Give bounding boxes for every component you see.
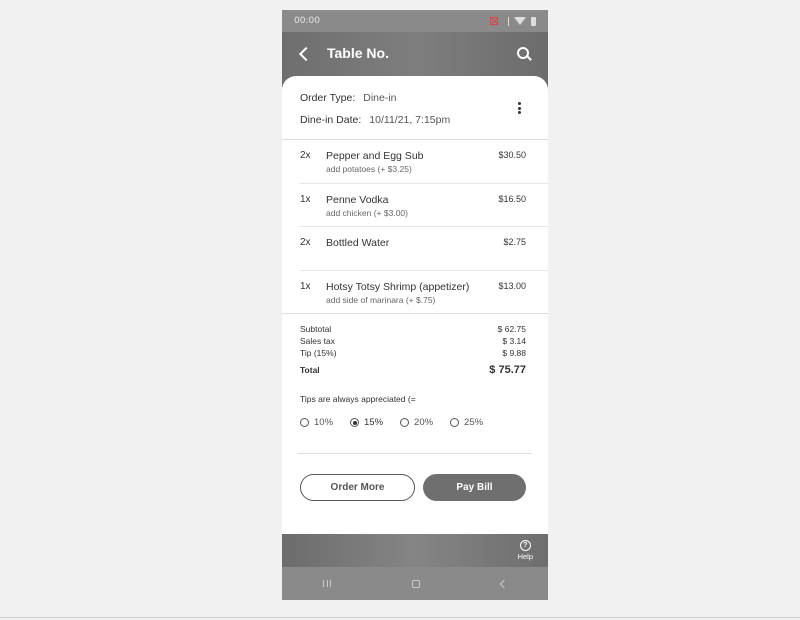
home-icon[interactable] (411, 579, 420, 588)
phone-screen: 00:00 Table No. Order Type: Dine-in Dine-… (282, 10, 548, 600)
tip-label: Tip (15%) (300, 348, 337, 358)
item-qty: 2x (300, 237, 311, 248)
tip-option-15[interactable]: 15% (350, 417, 383, 428)
tax-value: $ 3.14 (502, 336, 526, 346)
tax-row: Sales tax $ 3.14 (300, 335, 526, 347)
pay-bill-button[interactable]: Pay Bill (423, 474, 526, 501)
status-icons (490, 16, 536, 26)
tip-option-label: 15% (364, 417, 384, 428)
page-divider (0, 617, 800, 618)
tip-row: Tip (15%) $ 9.88 (300, 347, 526, 359)
nav-back-icon[interactable] (500, 579, 509, 588)
order-type-label: Order Type: (300, 92, 356, 104)
back-arrow-icon[interactable] (296, 44, 312, 64)
alert-icon (490, 17, 498, 25)
action-buttons: Order More Pay Bill (282, 454, 548, 529)
item-qty: 2x (300, 150, 311, 161)
tip-value: $ 9.88 (502, 348, 526, 358)
radio-button[interactable] (300, 418, 309, 427)
total-label: Total (300, 365, 320, 375)
tax-label: Sales tax (300, 336, 335, 346)
radio-button[interactable] (400, 418, 410, 427)
tip-option-label: 10% (314, 417, 334, 428)
subtotal-label: Subtotal (300, 324, 332, 334)
item-qty: 1x (300, 193, 311, 205)
more-vert-icon[interactable] (518, 102, 522, 114)
order-date-label: Dine-in Date: (300, 114, 362, 126)
order-date-row: Dine-in Date: 10/11/21, 7:15pm (300, 114, 450, 126)
help-circle-icon: ? (519, 540, 531, 551)
help-label: Help (517, 552, 533, 561)
list-item: 1x Hotsy Totsy Shrimp (appetizer) add si… (282, 271, 548, 314)
help-button[interactable]: ? Help (518, 540, 533, 561)
item-price: $2.75 (503, 237, 526, 247)
list-item: 2x Bottled Water $2.75 (300, 227, 548, 271)
order-card: Order Type: Dine-in Dine-in Date: 10/11/21… (282, 76, 548, 534)
order-type-row: Order Type: Dine-in (300, 92, 397, 104)
total-row: Total $ 75.77 (300, 364, 526, 376)
radio-button[interactable] (450, 418, 460, 427)
status-time: 00:00 (294, 16, 320, 26)
subtotal-row: Subtotal $ 62.75 (300, 323, 526, 335)
tip-option-label: 25% (464, 417, 484, 428)
item-modifier: add potatoes (+ $3.25) (326, 164, 412, 174)
page-title: Table No. (327, 45, 389, 61)
radio-button-selected[interactable] (350, 418, 360, 427)
battery-icon (531, 16, 536, 26)
tip-option-label: 20% (414, 417, 434, 428)
order-type-value: Dine-in (363, 92, 397, 104)
subtotal-value: $ 62.75 (497, 324, 526, 334)
tip-option-25[interactable]: 25% (450, 417, 483, 428)
item-qty: 1x (300, 280, 311, 292)
totals-section: Subtotal $ 62.75 Sales tax $ 3.14 Tip (1… (282, 314, 548, 384)
tip-option-20[interactable]: 20% (400, 417, 433, 428)
tip-option-10[interactable]: 10% (300, 417, 333, 428)
item-price: $13.00 (498, 280, 526, 291)
item-name: Pepper and Egg Sub (326, 150, 424, 162)
recent-apps-icon[interactable] (322, 580, 331, 587)
item-modifier: add chicken (+ $3.00) (326, 207, 408, 218)
order-date-value: 10/11/21, 7:15pm (369, 114, 451, 126)
item-modifier: add side of marinara (+ $.75) (326, 294, 436, 305)
item-price: $16.50 (498, 193, 526, 204)
tip-options: 10% 15% 20% 25% (300, 417, 500, 428)
footer-bar: ? Help (282, 534, 548, 567)
item-price: $30.50 (498, 150, 526, 160)
list-item: 2x Pepper and Egg Sub add potatoes (+ $3… (300, 140, 548, 184)
tips-message: Tips are always appreciated (= (300, 394, 416, 404)
order-more-button[interactable]: Order More (300, 474, 415, 501)
item-name: Penne Vodka (326, 193, 389, 206)
order-items-list: 2x Pepper and Egg Sub add potatoes (+ $3… (282, 140, 548, 314)
tips-section: Tips are always appreciated (= 10% 15% 2… (298, 384, 532, 454)
bluetooth-icon (503, 16, 509, 26)
status-bar: 00:00 (282, 10, 548, 32)
order-info: Order Type: Dine-in Dine-in Date: 10/11/21… (282, 76, 548, 140)
search-icon[interactable] (516, 46, 532, 62)
item-name: Bottled Water (326, 237, 390, 249)
item-name: Hotsy Totsy Shrimp (appetizer) (326, 280, 470, 293)
system-nav-bar (282, 567, 548, 600)
wifi-icon (514, 17, 526, 25)
list-item: 1x Penne Vodka add chicken (+ $3.00) $16… (300, 184, 548, 227)
total-value: $ 75.77 (489, 364, 526, 376)
